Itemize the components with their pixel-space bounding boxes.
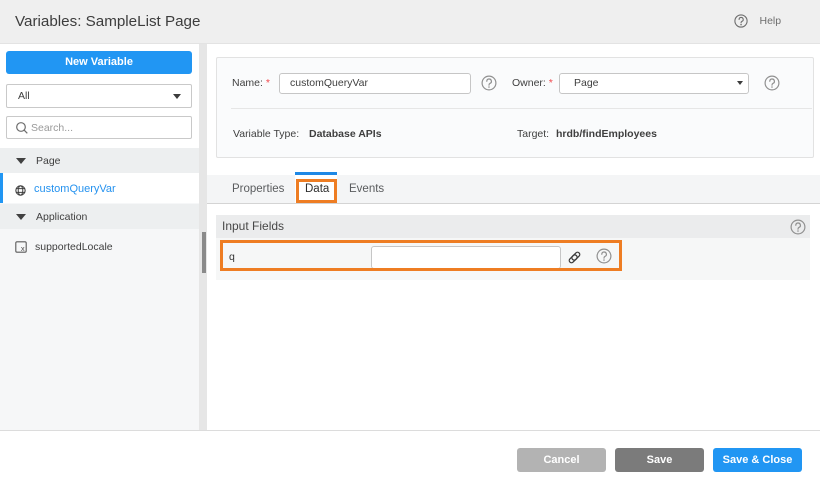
svg-text:x: x — [20, 244, 24, 253]
